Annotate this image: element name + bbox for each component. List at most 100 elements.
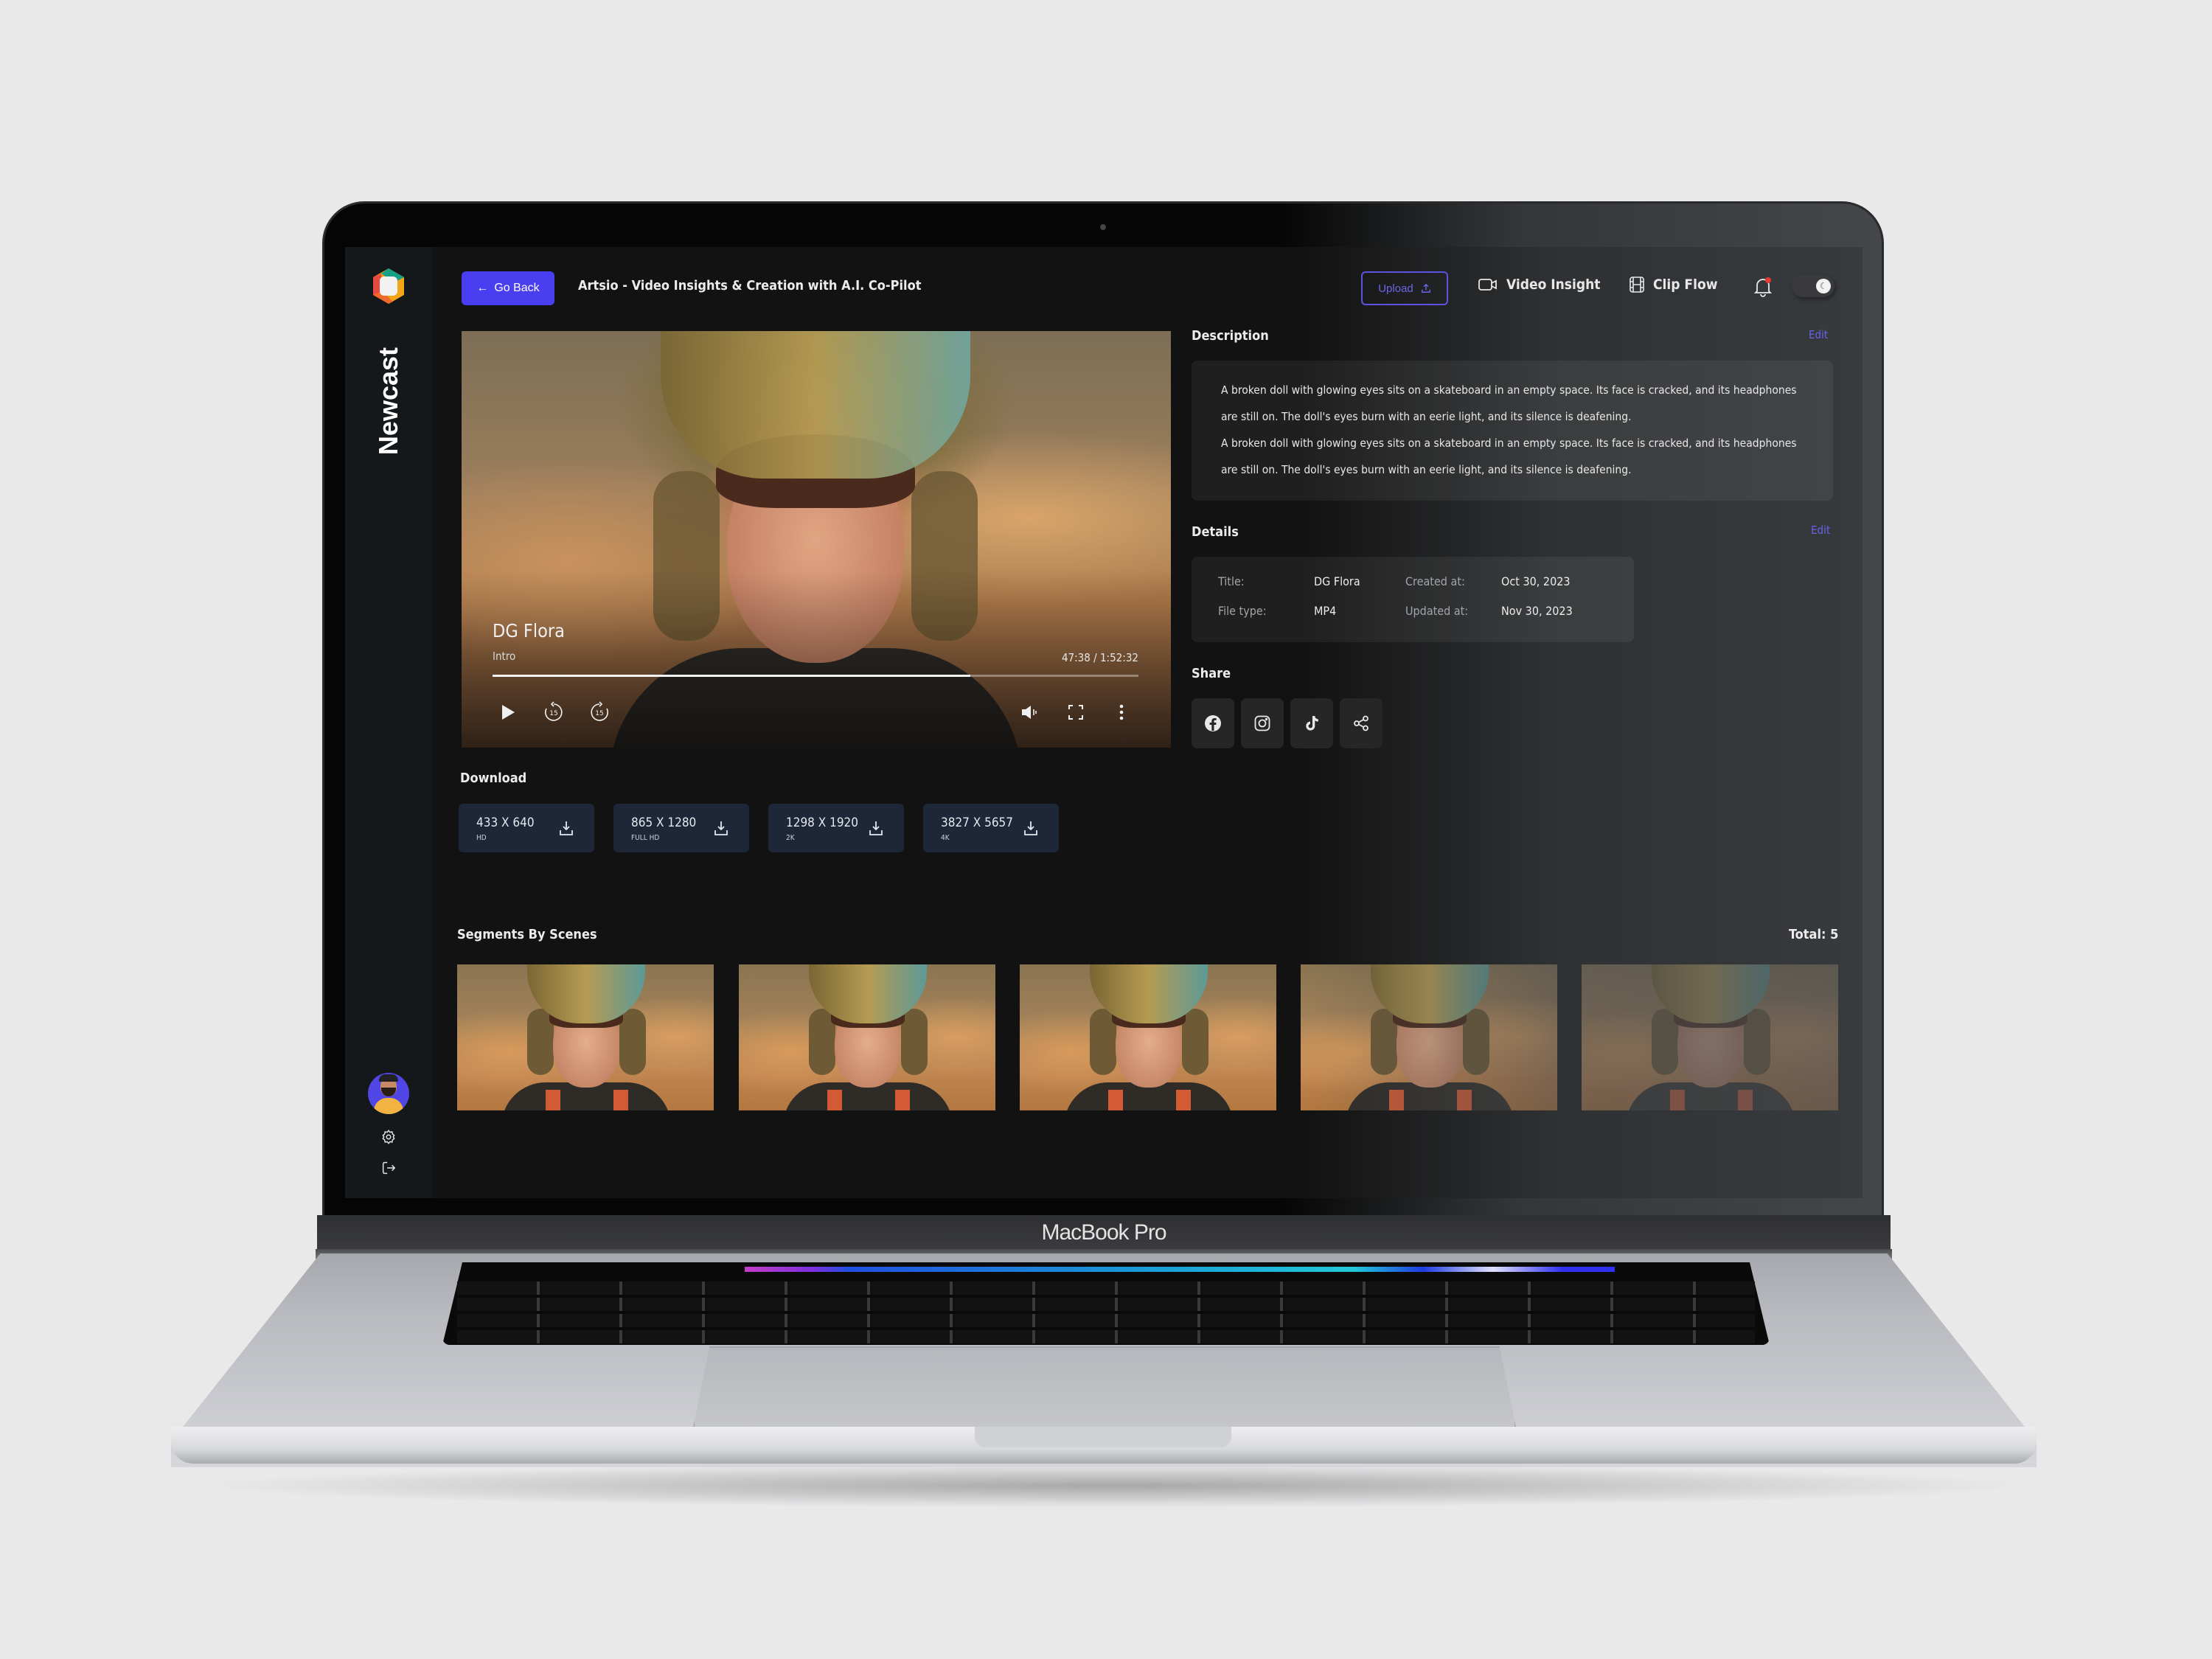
fullscreen-icon [1068, 705, 1083, 720]
download-resolution: 865 X 1280 [631, 815, 697, 830]
download-quality: FULL HD [631, 834, 660, 842]
volume-button[interactable] [1019, 701, 1041, 723]
notification-dot [1765, 277, 1771, 283]
download-resolution: 433 X 640 [476, 815, 535, 830]
facebook-icon [1205, 715, 1221, 731]
laptop-chin: MacBook Pro [317, 1215, 1891, 1251]
segments-total: Total: 5 [1789, 927, 1839, 942]
detail-filetype-value: MP4 [1314, 604, 1337, 618]
description-paragraph: A broken doll with glowing eyes sits on … [1221, 437, 1797, 476]
detail-updated-label: Updated at: [1405, 604, 1469, 618]
avatar[interactable] [368, 1073, 409, 1114]
nav-clip-flow-label: Clip Flow [1653, 276, 1718, 293]
share-facebook-button[interactable] [1192, 698, 1234, 748]
nav-clip-flow[interactable]: Clip Flow [1630, 276, 1718, 293]
play-button[interactable] [497, 701, 519, 723]
nav-video-insight[interactable]: Video Insight [1478, 276, 1600, 293]
detail-created-label: Created at: [1405, 574, 1465, 588]
video-camera-icon [1478, 279, 1497, 291]
segment-thumbnail[interactable] [457, 964, 714, 1110]
play-icon [502, 705, 515, 720]
download-option[interactable]: 433 X 640 HD [459, 804, 594, 852]
segments-heading: Segments By Scenes [457, 927, 597, 942]
download-heading: Download [460, 771, 527, 786]
go-back-button[interactable]: ← Go Back [462, 271, 554, 305]
download-option[interactable]: 3827 X 5657 4K [923, 804, 1059, 852]
page-title: Artsio - Video Insights & Creation with … [578, 278, 922, 293]
download-quality: 4K [941, 834, 950, 842]
video-player[interactable]: DG Flora Intro 47:38 / 1:52:32 15 15 [462, 331, 1171, 748]
moon-icon: ☾ [1816, 279, 1831, 293]
fullscreen-button[interactable] [1065, 701, 1087, 723]
key-row [457, 1281, 1755, 1295]
segment-thumbnail[interactable] [1582, 964, 1838, 1110]
upload-icon [1421, 283, 1430, 293]
share-tiktok-button[interactable] [1290, 698, 1333, 748]
video-progress-bar[interactable] [493, 675, 1138, 677]
share-heading: Share [1192, 666, 1231, 681]
download-quality: 2K [786, 834, 795, 842]
key-row [457, 1314, 1755, 1327]
webcam [1100, 224, 1106, 230]
download-icon[interactable] [1023, 820, 1038, 836]
download-icon[interactable] [869, 820, 883, 836]
download-option[interactable]: 1298 X 1920 2K [768, 804, 904, 852]
video-time: 47:38 / 1:52:32 [1061, 651, 1138, 664]
upload-label: Upload [1378, 282, 1413, 295]
theme-toggle[interactable]: ☾ [1792, 275, 1834, 297]
laptop-shadow [192, 1464, 2035, 1508]
brand-name: Newcast [373, 347, 403, 456]
sidebar: Newcast [345, 247, 432, 1198]
key-row [457, 1298, 1755, 1311]
settings-icon[interactable] [380, 1129, 397, 1145]
video-chapter: Intro [493, 650, 516, 663]
tiktok-icon [1306, 716, 1318, 731]
key-row [457, 1330, 1755, 1343]
rewind-15-button[interactable]: 15 [543, 701, 565, 723]
share-instagram-button[interactable] [1241, 698, 1284, 748]
device-label: MacBook Pro [1041, 1220, 1166, 1245]
touch-bar [745, 1267, 1615, 1272]
details-heading: Details [1192, 524, 1239, 540]
description-paragraph: A broken doll with glowing eyes sits on … [1221, 383, 1797, 423]
svg-text:15: 15 [549, 710, 557, 717]
download-icon[interactable] [559, 820, 574, 836]
more-options-icon [1119, 704, 1124, 720]
download-resolution: 3827 X 5657 [941, 815, 1014, 830]
rewind-15-icon: 15 [545, 701, 563, 721]
forward-15-icon: 15 [591, 701, 608, 721]
description-box: A broken doll with glowing eyes sits on … [1192, 361, 1833, 501]
description-heading: Description [1192, 328, 1269, 344]
share-link-button[interactable] [1340, 698, 1382, 748]
segment-thumbnail[interactable] [1301, 964, 1557, 1110]
volume-icon [1022, 706, 1037, 719]
go-back-label: Go Back [494, 282, 540, 294]
detail-created-value: Oct 30, 2023 [1501, 574, 1571, 588]
details-edit-link[interactable]: Edit [1811, 524, 1830, 537]
detail-filetype-label: File type: [1218, 604, 1267, 618]
notification-bell-icon[interactable] [1753, 276, 1773, 297]
download-option[interactable]: 865 X 1280 FULL HD [613, 804, 749, 852]
download-resolution: 1298 X 1920 [786, 815, 859, 830]
detail-title-label: Title: [1218, 574, 1245, 588]
lid-notch [975, 1427, 1231, 1447]
segment-thumbnail[interactable] [739, 964, 995, 1110]
description-edit-link[interactable]: Edit [1809, 328, 1828, 341]
nav-video-insight-label: Video Insight [1506, 276, 1601, 293]
forward-15-button[interactable]: 15 [588, 701, 611, 723]
instagram-icon [1254, 715, 1270, 731]
app-screen: Newcast ← Go Back Artsio - Video Insight… [345, 247, 1863, 1198]
svg-text:15: 15 [595, 710, 603, 717]
download-quality: HD [476, 834, 487, 842]
upload-button[interactable]: Upload [1361, 271, 1448, 305]
more-options-button[interactable] [1110, 701, 1133, 723]
logout-icon[interactable] [380, 1160, 397, 1176]
video-title: DG Flora [493, 620, 565, 641]
film-icon [1630, 276, 1644, 293]
segment-thumbnail[interactable] [1020, 964, 1276, 1110]
detail-updated-value: Nov 30, 2023 [1501, 604, 1573, 618]
details-box: Title: DG Flora Created at: Oct 30, 2023… [1192, 557, 1634, 642]
logo-icon[interactable] [372, 268, 405, 305]
detail-title-value: DG Flora [1314, 574, 1360, 588]
download-icon[interactable] [714, 820, 728, 836]
